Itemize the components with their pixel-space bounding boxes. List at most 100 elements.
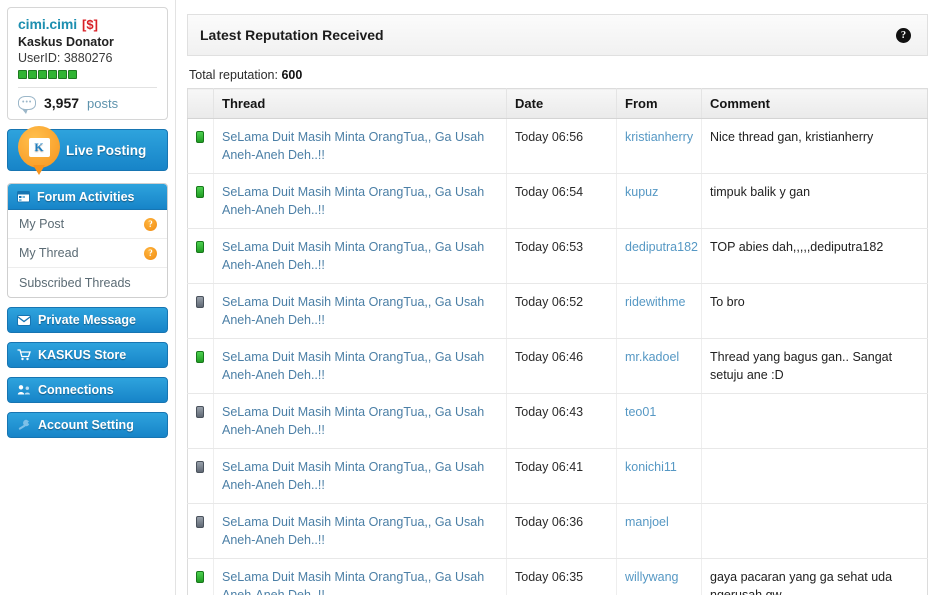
thread-cell: SeLama Duit Masih Minta OrangTua,, Ga Us…: [213, 173, 507, 229]
from-cell: kristianherry: [616, 118, 702, 174]
rep-indicator-cell: [187, 118, 214, 174]
comment-text: To bro: [710, 295, 745, 309]
date-cell: Today 06:43: [506, 393, 617, 449]
from-user-link[interactable]: kupuz: [625, 185, 658, 199]
sidebar-item-label: Live Posting: [66, 142, 147, 158]
thread-link[interactable]: SeLama Duit Masih Minta OrangTua,, Ga Us…: [222, 295, 484, 327]
comment-text: Thread yang bagus gan.. Sangat setuju an…: [710, 350, 893, 382]
from-user-link[interactable]: konichi11: [625, 460, 677, 474]
column-header-date[interactable]: Date: [506, 88, 617, 119]
thread-link[interactable]: SeLama Duit Masih Minta OrangTua,, Ga Us…: [222, 405, 484, 437]
thread-link[interactable]: SeLama Duit Masih Minta OrangTua,, Ga Us…: [222, 515, 484, 547]
donator-badge: [$]: [82, 17, 98, 32]
from-user-link[interactable]: dediputra182: [625, 240, 698, 254]
page-root: cimi.cimi [$] Kaskus Donator UserID: 388…: [0, 0, 931, 595]
table-row: SeLama Duit Masih Minta OrangTua,, Ga Us…: [187, 448, 928, 504]
sidebar-item-label: KASKUS Store: [38, 348, 127, 362]
rep-indicator-cell: [187, 558, 214, 595]
from-cell: willywang: [616, 558, 702, 595]
total-reputation-label: Total reputation:: [189, 68, 278, 82]
table-row: SeLama Duit Masih Minta OrangTua,, Ga Us…: [187, 173, 928, 229]
panel-header: Latest Reputation Received ?: [187, 14, 928, 56]
thread-cell: SeLama Duit Masih Minta OrangTua,, Ga Us…: [213, 448, 507, 504]
profile-card: cimi.cimi [$] Kaskus Donator UserID: 388…: [7, 7, 168, 120]
speech-bubble-icon: •••: [18, 96, 36, 114]
envelope-icon: [17, 314, 31, 326]
sidebar-item-kaskus-store[interactable]: KASKUS Store: [7, 342, 168, 368]
reputation-chip-icon: [196, 516, 204, 528]
rep-indicator-cell: [187, 448, 214, 504]
thread-link[interactable]: SeLama Duit Masih Minta OrangTua,, Ga Us…: [222, 570, 484, 595]
comment-cell: Thread yang bagus gan.. Sangat setuju an…: [701, 338, 928, 394]
sidebar-item-live-posting[interactable]: K Live Posting: [7, 126, 168, 175]
username[interactable]: cimi.cimi: [18, 16, 77, 32]
total-reputation-value: 600: [281, 68, 303, 82]
reputation-chip-icon: [196, 406, 204, 418]
from-cell: manjoel: [616, 503, 702, 559]
from-cell: dediputra182: [616, 228, 702, 284]
rep-indicator-cell: [187, 283, 214, 339]
help-circle-icon[interactable]: ?: [896, 27, 911, 43]
sidebar-item-label: Private Message: [38, 313, 136, 327]
date-cell: Today 06:35: [506, 558, 617, 595]
from-user-link[interactable]: kristianherry: [625, 130, 693, 144]
date-cell: Today 06:36: [506, 503, 617, 559]
date-cell: Today 06:56: [506, 118, 617, 174]
comment-cell: timpuk balik y gan: [701, 173, 928, 229]
reputation-square: [38, 70, 47, 79]
from-user-link[interactable]: manjoel: [625, 515, 669, 529]
column-header-thread[interactable]: Thread: [213, 88, 507, 119]
sidebar-item-my-thread[interactable]: My Thread ?: [8, 239, 167, 268]
help-badge-icon[interactable]: ?: [144, 246, 157, 260]
thread-link[interactable]: SeLama Duit Masih Minta OrangTua,, Ga Us…: [222, 185, 484, 217]
date-cell: Today 06:41: [506, 448, 617, 504]
from-cell: mr.kadoel: [616, 338, 702, 394]
rep-indicator-cell: [187, 228, 214, 284]
thread-link[interactable]: SeLama Duit Masih Minta OrangTua,, Ga Us…: [222, 240, 484, 272]
comment-cell: TOP abies dah,,,,,dediputra182: [701, 228, 928, 284]
sidebar-item-private-message[interactable]: Private Message: [7, 307, 168, 333]
from-user-link[interactable]: willywang: [625, 570, 679, 584]
connections-icon: [17, 385, 30, 395]
reputation-chip-icon: [196, 131, 204, 143]
posts-row: ••• 3,957 posts: [18, 87, 157, 119]
reputation-chip-icon: [196, 571, 204, 583]
from-cell: teo01: [616, 393, 702, 449]
help-badge-icon[interactable]: ?: [144, 217, 157, 231]
table-header-row: Thread Date From Comment: [187, 88, 928, 119]
sidebar-item-label: Connections: [38, 383, 114, 397]
thread-link[interactable]: SeLama Duit Masih Minta OrangTua,, Ga Us…: [222, 350, 484, 382]
sidebar-item-connections[interactable]: Connections: [7, 377, 168, 403]
comment-cell: [701, 448, 928, 504]
comment-cell: Nice thread gan, kristianherry: [701, 118, 928, 174]
comment-text: Nice thread gan, kristianherry: [710, 130, 874, 144]
reputation-square: [48, 70, 57, 79]
posts-label: posts: [87, 95, 119, 111]
table-row: SeLama Duit Masih Minta OrangTua,, Ga Us…: [187, 118, 928, 174]
from-cell: kupuz: [616, 173, 702, 229]
main-content: Latest Reputation Received ? Total reput…: [175, 0, 931, 595]
from-user-link[interactable]: teo01: [625, 405, 656, 419]
column-header-from[interactable]: From: [616, 88, 702, 119]
thread-cell: SeLama Duit Masih Minta OrangTua,, Ga Us…: [213, 503, 507, 559]
page-title: Latest Reputation Received: [200, 27, 384, 43]
date-cell: Today 06:54: [506, 173, 617, 229]
wrench-icon: [18, 419, 30, 430]
from-user-link[interactable]: mr.kadoel: [625, 350, 679, 364]
thread-link[interactable]: SeLama Duit Masih Minta OrangTua,, Ga Us…: [222, 130, 484, 162]
forum-activities-group: Forum Activities My Post ? My Thread ? S…: [7, 183, 168, 298]
thread-cell: SeLama Duit Masih Minta OrangTua,, Ga Us…: [213, 228, 507, 284]
comment-cell: [701, 503, 928, 559]
sidebar-item-account-setting[interactable]: Account Setting: [7, 412, 168, 438]
sidebar-item-forum-activities[interactable]: Forum Activities: [8, 184, 167, 210]
reputation-table: Thread Date From Comment SeLama Duit Mas…: [187, 88, 928, 595]
rep-indicator-cell: [187, 393, 214, 449]
sidebar-item-my-post[interactable]: My Post ?: [8, 210, 167, 239]
from-user-link[interactable]: ridewithme: [625, 295, 685, 309]
reputation-bar: [18, 70, 157, 79]
thread-link[interactable]: SeLama Duit Masih Minta OrangTua,, Ga Us…: [222, 460, 484, 492]
sidebar-item-subscribed-threads[interactable]: Subscribed Threads: [8, 268, 167, 297]
comment-text: TOP abies dah,,,,,dediputra182: [710, 240, 884, 254]
column-header-comment[interactable]: Comment: [701, 88, 928, 119]
thread-cell: SeLama Duit Masih Minta OrangTua,, Ga Us…: [213, 558, 507, 595]
